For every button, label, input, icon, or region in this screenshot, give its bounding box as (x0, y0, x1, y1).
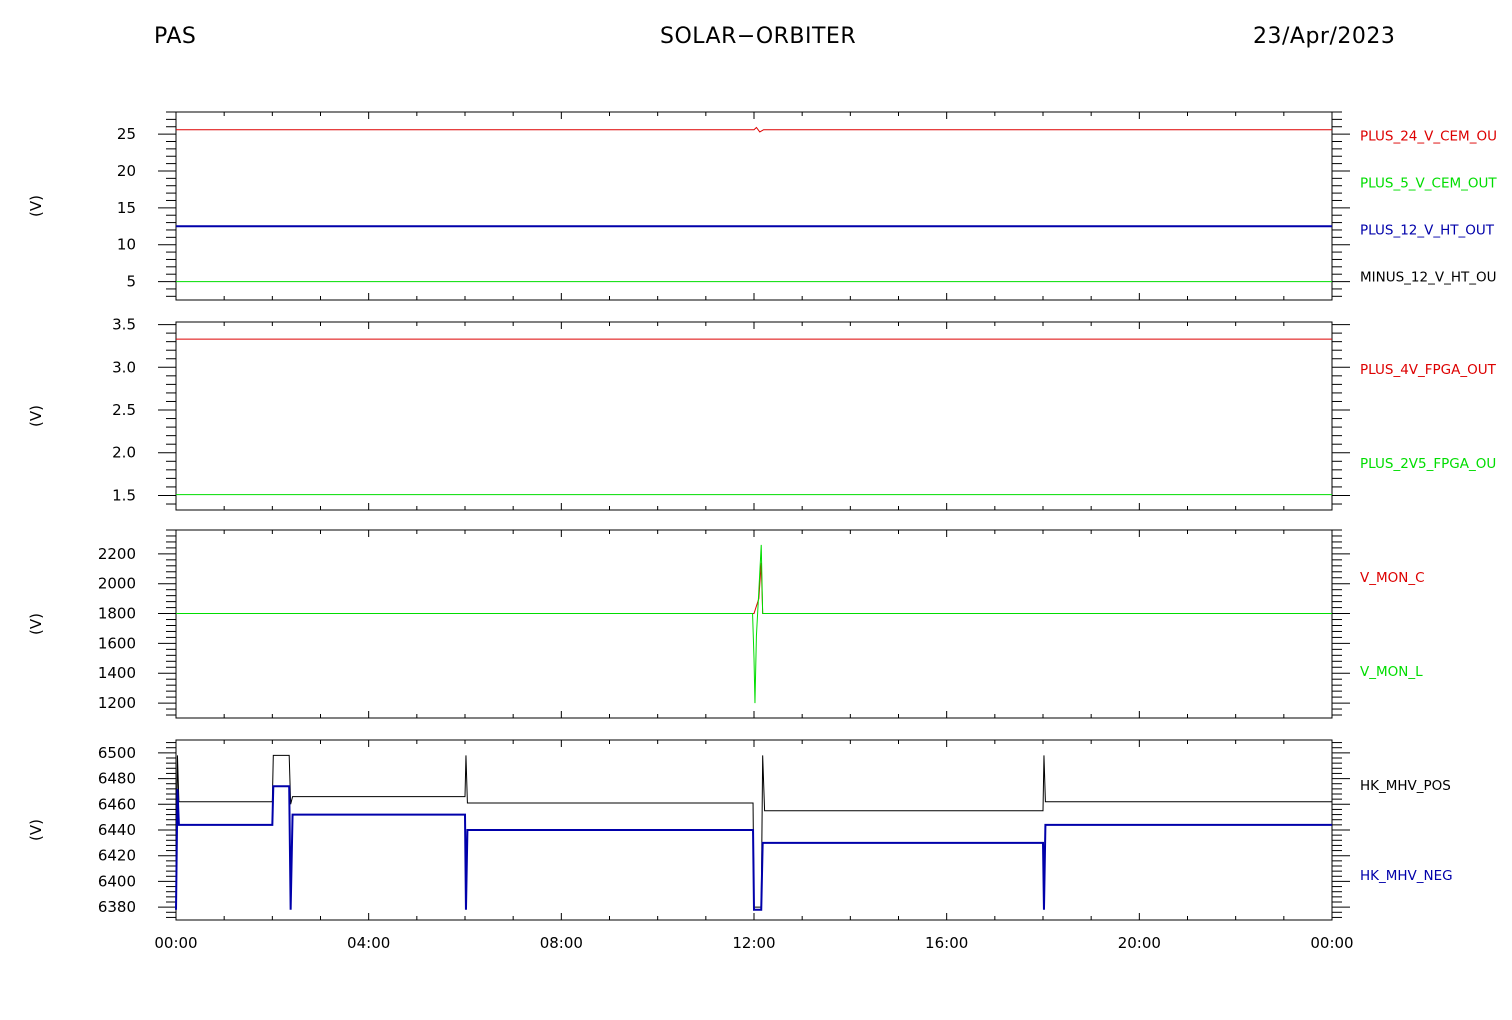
legend-label-plus-4v-fpga-out: PLUS_4V_FPGA_OUT (1360, 362, 1497, 378)
y-tick-label: 1400 (98, 664, 136, 682)
y-axis-label: (V) (27, 819, 45, 841)
y-tick-label: 1600 (98, 634, 136, 652)
panel-frame-1 (175, 111, 1333, 301)
panel-frame-2 (175, 321, 1333, 511)
y-tick-label: 5 (126, 273, 136, 291)
y-tick-label: 6460 (98, 795, 136, 813)
legend-label-plus-24-v-cem-out: PLUS_24_V_CEM_OU (1360, 129, 1497, 145)
legend-label-plus-2v5-fpga-out: PLUS_2V5_FPGA_OU (1360, 456, 1496, 472)
y-tick-label: 1200 (98, 694, 136, 712)
legend-label-plus-5-v-cem-out: PLUS_5_V_CEM_OUT (1360, 176, 1497, 192)
plot-area: 5 10 15 20 25 (V) PLUS_24_V_CEM_OU PLUS_5_V_CEM… (27, 111, 1497, 952)
y-axis-label: (V) (27, 195, 45, 217)
series-line-v-mon-c (176, 562, 1332, 615)
x-tick-label: 04:00 (347, 934, 390, 952)
y-tick-label: 2.0 (112, 444, 136, 462)
series-line-v-mon-l (176, 544, 1332, 704)
legend-label-hk-mhv-pos: HK_MHV_POS (1360, 778, 1451, 794)
y-tick-label: 1800 (98, 605, 136, 623)
y-tick-label: 1.5 (112, 486, 136, 504)
y-tick-label: 2000 (98, 575, 136, 593)
x-tick-label: 12:00 (732, 934, 775, 952)
x-tick-label: 20:00 (1118, 934, 1161, 952)
y-tick-label: 6420 (98, 847, 136, 865)
y-tick-label: 6480 (98, 770, 136, 788)
x-tick-label: 16:00 (925, 934, 968, 952)
y-tick-label: 25 (117, 125, 136, 143)
y-tick-label: 6380 (98, 898, 136, 916)
x-tick-label: 00:00 (1310, 934, 1353, 952)
series-line-plus-24-v-cem-out (176, 126, 1332, 133)
y-axis-label: (V) (27, 405, 45, 427)
y-tick-label: 2.5 (112, 401, 136, 419)
y-tick-label: 6500 (98, 744, 136, 762)
y-tick-label: 10 (117, 236, 136, 254)
legend-label-v-mon-c: V_MON_C (1360, 570, 1425, 586)
legend-label-v-mon-l: V_MON_L (1360, 664, 1423, 680)
legend-label-hk-mhv-neg: HK_MHV_NEG (1360, 868, 1453, 884)
x-tick-label: 00:00 (154, 934, 197, 952)
y-tick-label: 6440 (98, 821, 136, 839)
legend-label-minus-12-v-ht-out: MINUS_12_V_HT_OU (1360, 270, 1497, 286)
y-tick-label: 2200 (98, 545, 136, 563)
x-tick-label: 08:00 (540, 934, 583, 952)
series-line-hk-mhv-neg (175, 785, 1332, 911)
panel-frame-3 (175, 529, 1333, 719)
y-tick-label: 3.5 (112, 316, 136, 334)
legend-label-plus-12-v-ht-out: PLUS_12_V_HT_OUT (1360, 223, 1495, 239)
y-tick-label: 3.0 (112, 358, 136, 376)
y-tick-label: 6400 (98, 872, 136, 890)
y-tick-label: 20 (117, 162, 136, 180)
y-axis-label: (V) (27, 613, 45, 635)
y-tick-label: 15 (117, 199, 136, 217)
